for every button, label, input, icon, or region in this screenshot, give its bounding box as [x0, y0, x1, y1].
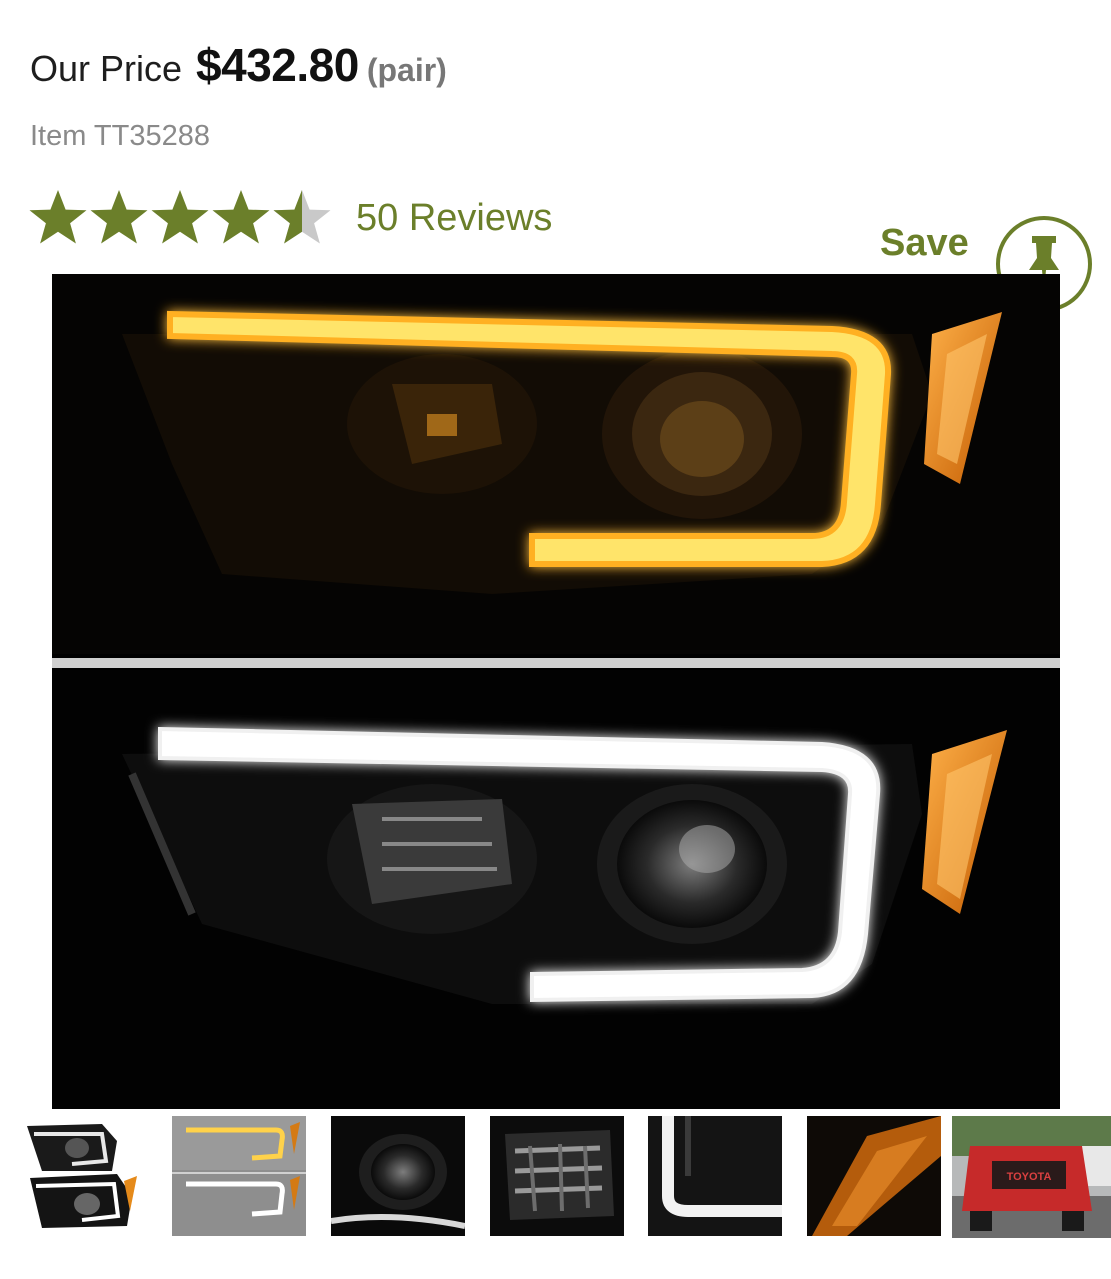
rating-row: 50 Reviews: [28, 188, 552, 248]
thumbnail-amber-white-drl[interactable]: [172, 1116, 306, 1236]
thumbnail-amber-corner[interactable]: [807, 1116, 941, 1236]
save-label[interactable]: Save: [880, 222, 969, 265]
price-label: Our Price: [30, 48, 183, 89]
truck-grille-text: TOYOTA: [1007, 1171, 1052, 1183]
thumbnail-red-truck[interactable]: TOYOTA: [952, 1116, 1111, 1238]
star-icon: [151, 190, 209, 244]
thumbnail-light-bar[interactable]: [648, 1116, 782, 1236]
star-icon: [212, 190, 270, 244]
reviews-link[interactable]: 50 Reviews: [356, 197, 552, 240]
star-icon: [90, 190, 148, 244]
star-rating[interactable]: [28, 188, 334, 248]
star-icon: [29, 190, 87, 244]
thumbnail-reflector[interactable]: [490, 1116, 624, 1236]
amber-drl-headlight-photo: [52, 274, 1060, 654]
price-amount: $432.80: [196, 39, 359, 91]
price-row: Our Price $432.80 (pair): [30, 38, 447, 92]
item-number: Item TT35288: [30, 120, 211, 152]
half-star-icon: [273, 190, 331, 244]
thumbnail-strip: TOYOTA: [0, 1116, 1111, 1241]
white-drl-headlight-photo: [52, 670, 1060, 1109]
main-product-image[interactable]: [52, 274, 1060, 1109]
price-unit: (pair): [366, 52, 447, 88]
thumbnail-projector-lens[interactable]: [331, 1116, 465, 1236]
thumbnail-headlight-pair[interactable]: [22, 1116, 142, 1236]
